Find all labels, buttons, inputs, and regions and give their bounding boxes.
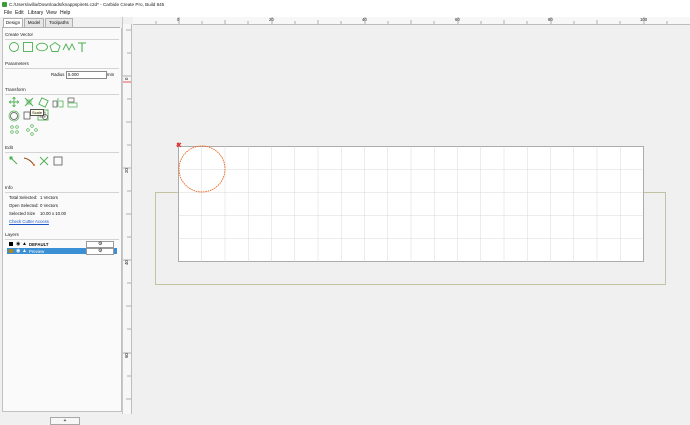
layer-color-swatch[interactable] <box>9 249 13 253</box>
menu-help[interactable]: Help <box>60 10 70 16</box>
canvas-drawing <box>155 142 666 285</box>
mirror-icon[interactable] <box>52 98 64 108</box>
add-layer-button[interactable]: + <box>50 417 80 425</box>
radius-unit: mm <box>107 72 115 77</box>
divider <box>5 94 119 95</box>
ruler-label-x: 40 <box>362 17 367 22</box>
vertical-ruler: 0 20 40 60 <box>123 24 132 414</box>
ruler-label-y: 60 <box>124 353 129 358</box>
section-layers: Layers <box>5 232 19 237</box>
ruler-label-y: 40 <box>124 260 129 265</box>
create-vector-toolbar <box>9 41 86 52</box>
radius-input[interactable]: 5.000 <box>66 71 107 79</box>
scale-tooltip: Scale <box>30 109 45 116</box>
ruler-label-x: 80 <box>548 17 553 22</box>
design-canvas[interactable] <box>132 25 690 414</box>
radius-label: Radius <box>51 72 65 77</box>
rotate-icon[interactable] <box>38 97 49 108</box>
selected-size-label: Selected Size <box>9 211 36 216</box>
gear-icon: ⚙ <box>98 241 103 247</box>
eye-icon[interactable]: ◉ <box>16 241 20 247</box>
ruler-label-x: 60 <box>455 17 460 22</box>
origin-marker <box>176 142 182 148</box>
panel-body: Create Vector Parameters Radius 5.000 mm… <box>2 28 122 425</box>
circular-array-icon[interactable] <box>26 124 38 136</box>
circle-icon[interactable] <box>9 42 19 52</box>
edit-toolbar <box>9 156 63 166</box>
ruler-corner <box>123 17 133 24</box>
menu-edit[interactable]: Edit <box>15 10 24 16</box>
transform-toolbar <box>8 96 78 136</box>
curve-edit-icon[interactable] <box>23 157 35 166</box>
ruler-label-y: 20 <box>124 168 129 173</box>
menu-bar: File Edit Library View Help <box>0 9 690 17</box>
rectangle-icon[interactable] <box>23 42 33 52</box>
ruler-label-x: 100 <box>640 17 648 22</box>
section-transform: Transform <box>5 87 26 92</box>
horizontal-ruler-ticks <box>155 17 668 24</box>
ellipse-icon[interactable] <box>36 42 48 52</box>
text-icon[interactable] <box>78 42 86 52</box>
check-cutter-access-link[interactable]: Check Cutter Access <box>9 219 49 224</box>
gear-icon: ⚙ <box>98 248 103 254</box>
section-edit: Edit <box>5 145 13 150</box>
eye-icon[interactable]: ◉ <box>16 248 20 254</box>
trim-icon[interactable] <box>39 156 49 166</box>
move-icon[interactable] <box>8 96 20 108</box>
offset-icon[interactable] <box>8 110 20 122</box>
selected-size-value: 10.00 x 10.00 <box>40 211 67 216</box>
divider <box>5 192 119 193</box>
layer-color-swatch[interactable] <box>9 242 13 246</box>
window-title: C:/Users/willa/Downloads/knappspirets.c2… <box>9 1 165 7</box>
layer-name: DEFAULT <box>29 241 49 247</box>
layer-row-default[interactable]: ◉ ▲ DEFAULT ⚙ <box>7 241 117 248</box>
menu-view[interactable]: View <box>46 10 57 16</box>
layer-row-preview[interactable]: ◉ ▲ Preview ⚙ <box>7 248 117 255</box>
divider <box>5 39 119 40</box>
open-selected-value: 0 Vectors <box>40 203 58 208</box>
ruler-label-x: 0 <box>177 17 180 22</box>
polygon-icon[interactable] <box>49 41 61 52</box>
ruler-label-y: 0 <box>124 77 129 80</box>
app-icon <box>2 2 7 7</box>
total-selected-label: Total Selected: <box>9 195 38 200</box>
divider <box>5 152 119 153</box>
open-selected-label: Open Selected: <box>9 203 39 208</box>
total-selected-value: 1 Vectors <box>40 195 58 200</box>
align-icon[interactable] <box>67 97 78 108</box>
lock-icon[interactable]: ▲ <box>22 248 27 254</box>
polyline-icon[interactable] <box>62 42 76 52</box>
node-edit-icon[interactable] <box>9 156 18 165</box>
grid-lines <box>178 146 644 262</box>
lock-icon[interactable]: ▲ <box>22 241 27 247</box>
horizontal-ruler: 0 20 40 60 80 100 <box>133 17 690 25</box>
section-parameters: Parameters <box>5 61 29 66</box>
divider <box>5 239 119 240</box>
menu-library[interactable]: Library <box>28 10 43 16</box>
menu-file[interactable]: File <box>4 10 12 16</box>
section-info: Info <box>5 185 13 190</box>
title-bar: C:/Users/willa/Downloads/knappspirets.c2… <box>0 0 690 9</box>
layer-name: Preview <box>29 248 45 254</box>
box-select-icon[interactable] <box>53 156 63 166</box>
layer-settings-button[interactable]: ⚙ <box>86 241 114 248</box>
scale-icon[interactable] <box>24 97 34 107</box>
design-panel: Design Model Toolpaths Create Vector Par… <box>0 17 123 425</box>
layer-settings-button[interactable]: ⚙ <box>86 248 114 255</box>
ruler-label-x: 20 <box>269 17 274 22</box>
section-create-vector: Create Vector <box>5 32 34 37</box>
divider <box>5 68 119 69</box>
array-icon[interactable] <box>10 125 19 134</box>
